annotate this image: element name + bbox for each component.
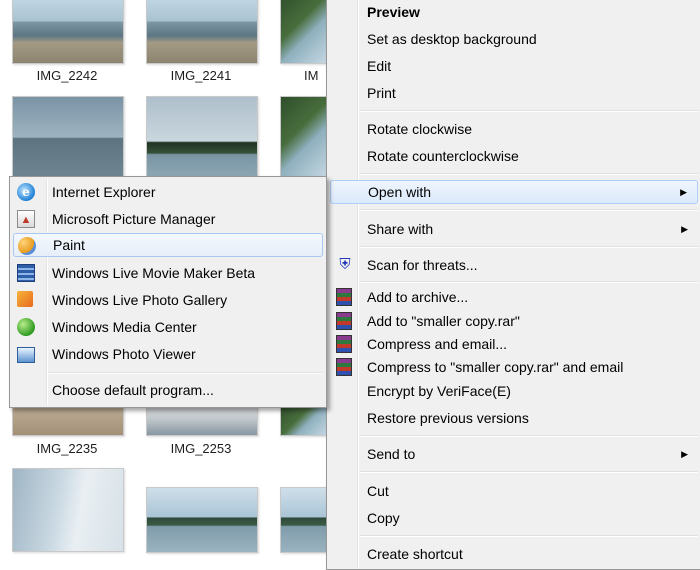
menu-item-print[interactable]: Print [330,81,698,105]
menu-separator [360,281,698,283]
menu-separator [360,471,698,473]
submenu-item-label: Paint [53,237,85,253]
submenu-item-label: Microsoft Picture Manager [52,211,216,227]
menu-item-add-to-rar[interactable]: Add to "smaller copy.rar" [330,309,698,333]
internet-explorer-icon: e [17,183,35,201]
menu-item-rotate-counterclockwise[interactable]: Rotate counterclockwise [330,144,698,168]
submenu-arrow-icon: ▶ [681,224,688,234]
media-center-icon [17,318,35,336]
menu-item-open-with[interactable]: Open with ▶ [330,180,698,204]
menu-item-label: Compress and email... [367,336,508,352]
submenu-item-choose-default-program[interactable]: Choose default program... [13,378,323,402]
paint-icon [18,237,36,255]
thumbnail-row4-c[interactable] [280,487,328,553]
thumbnail-img-2235[interactable] [12,404,124,436]
submenu-item-label: Windows Live Photo Gallery [52,292,228,308]
menu-item-compress-and-email[interactable]: Compress and email... [330,332,698,356]
submenu-item-internet-explorer[interactable]: e Internet Explorer [13,180,323,204]
thumbnail-caption[interactable]: IMG_2241 [146,68,256,83]
thumbnail-row2-a[interactable] [12,96,124,178]
menu-item-share-with[interactable]: Share with ▶ [330,217,698,241]
menu-item-label: Scan for threats... [367,257,478,273]
thumbnail-caption[interactable]: IMG_2242 [12,68,122,83]
thumbnail-row4-a[interactable] [12,468,124,552]
submenu-item-label: Windows Photo Viewer [52,346,196,362]
shield-icon: ⛨ [339,256,351,273]
menu-item-label: Open with [368,184,432,200]
menu-separator [360,173,698,175]
thumbnail-row2-b[interactable] [146,96,258,178]
movie-maker-icon [17,264,35,282]
menu-item-encrypt-by-veriface[interactable]: Encrypt by VeriFace(E) [330,379,698,403]
menu-item-preview[interactable]: Preview [330,0,698,24]
menu-item-restore-previous-versions[interactable]: Restore previous versions [330,406,698,430]
menu-item-label: Share with [367,221,434,237]
menu-item-cut[interactable]: Cut [330,479,698,503]
thumbnail-row4-b[interactable] [146,487,258,553]
menu-separator [360,110,698,112]
open-with-submenu: e Internet Explorer ▲ Microsoft Picture … [9,176,327,408]
file-context-menu: Preview Set as desktop background Edit P… [326,0,700,570]
thumbnail-caption[interactable]: IMG_2253 [146,441,256,456]
menu-item-set-desktop-background[interactable]: Set as desktop background [330,27,698,51]
menu-item-create-shortcut[interactable]: Create shortcut [330,542,698,566]
photo-gallery-icon [17,291,33,307]
thumbnail-row3-c[interactable] [280,404,328,436]
thumbnail-img-2241[interactable] [146,0,258,64]
menu-separator [360,435,698,437]
submenu-item-label: Windows Media Center [52,319,197,335]
menu-item-label: Add to "smaller copy.rar" [367,313,520,329]
picture-manager-icon: ▲ [17,210,35,228]
thumbnail-caption-partial[interactable]: IM [280,68,326,83]
winrar-icon [336,288,352,306]
submenu-arrow-icon: ▶ [681,449,688,459]
thumbnail-img-2242[interactable] [12,0,124,64]
thumbnail-partial[interactable] [280,0,328,64]
menu-separator [360,535,698,537]
menu-item-rotate-clockwise[interactable]: Rotate clockwise [330,117,698,141]
menu-item-label: Add to archive... [367,289,469,305]
winrar-icon [336,312,352,330]
submenu-item-movie-maker[interactable]: Windows Live Movie Maker Beta [13,261,323,285]
menu-item-label: Send to [367,446,416,462]
winrar-icon [336,335,352,353]
submenu-item-picture-manager[interactable]: ▲ Microsoft Picture Manager [13,207,323,231]
menu-item-scan-for-threats[interactable]: ⛨ Scan for threats... [330,253,698,277]
menu-item-edit[interactable]: Edit [330,54,698,78]
submenu-arrow-icon: ▶ [680,187,687,197]
menu-item-add-to-archive[interactable]: Add to archive... [330,285,698,309]
submenu-item-label: Windows Live Movie Maker Beta [52,265,256,281]
menu-separator [360,209,698,211]
winrar-icon [336,358,352,376]
menu-item-send-to[interactable]: Send to ▶ [330,442,698,466]
thumbnail-caption[interactable]: IMG_2235 [12,441,122,456]
submenu-item-paint[interactable]: Paint [13,233,323,257]
thumbnail-row2-c[interactable] [280,96,328,178]
submenu-item-media-center[interactable]: Windows Media Center [13,315,323,339]
submenu-item-label: Internet Explorer [52,184,156,200]
menu-item-compress-to-rar-and-email[interactable]: Compress to "smaller copy.rar" and email [330,355,698,379]
submenu-item-photo-viewer[interactable]: Windows Photo Viewer [13,342,323,366]
menu-item-copy[interactable]: Copy [330,506,698,530]
menu-item-label: Compress to "smaller copy.rar" and email [367,359,624,375]
menu-separator [360,246,698,248]
photo-viewer-icon [17,347,35,363]
submenu-separator [49,372,323,374]
thumbnail-img-2253[interactable] [146,404,258,436]
submenu-item-photo-gallery[interactable]: Windows Live Photo Gallery [13,288,323,312]
